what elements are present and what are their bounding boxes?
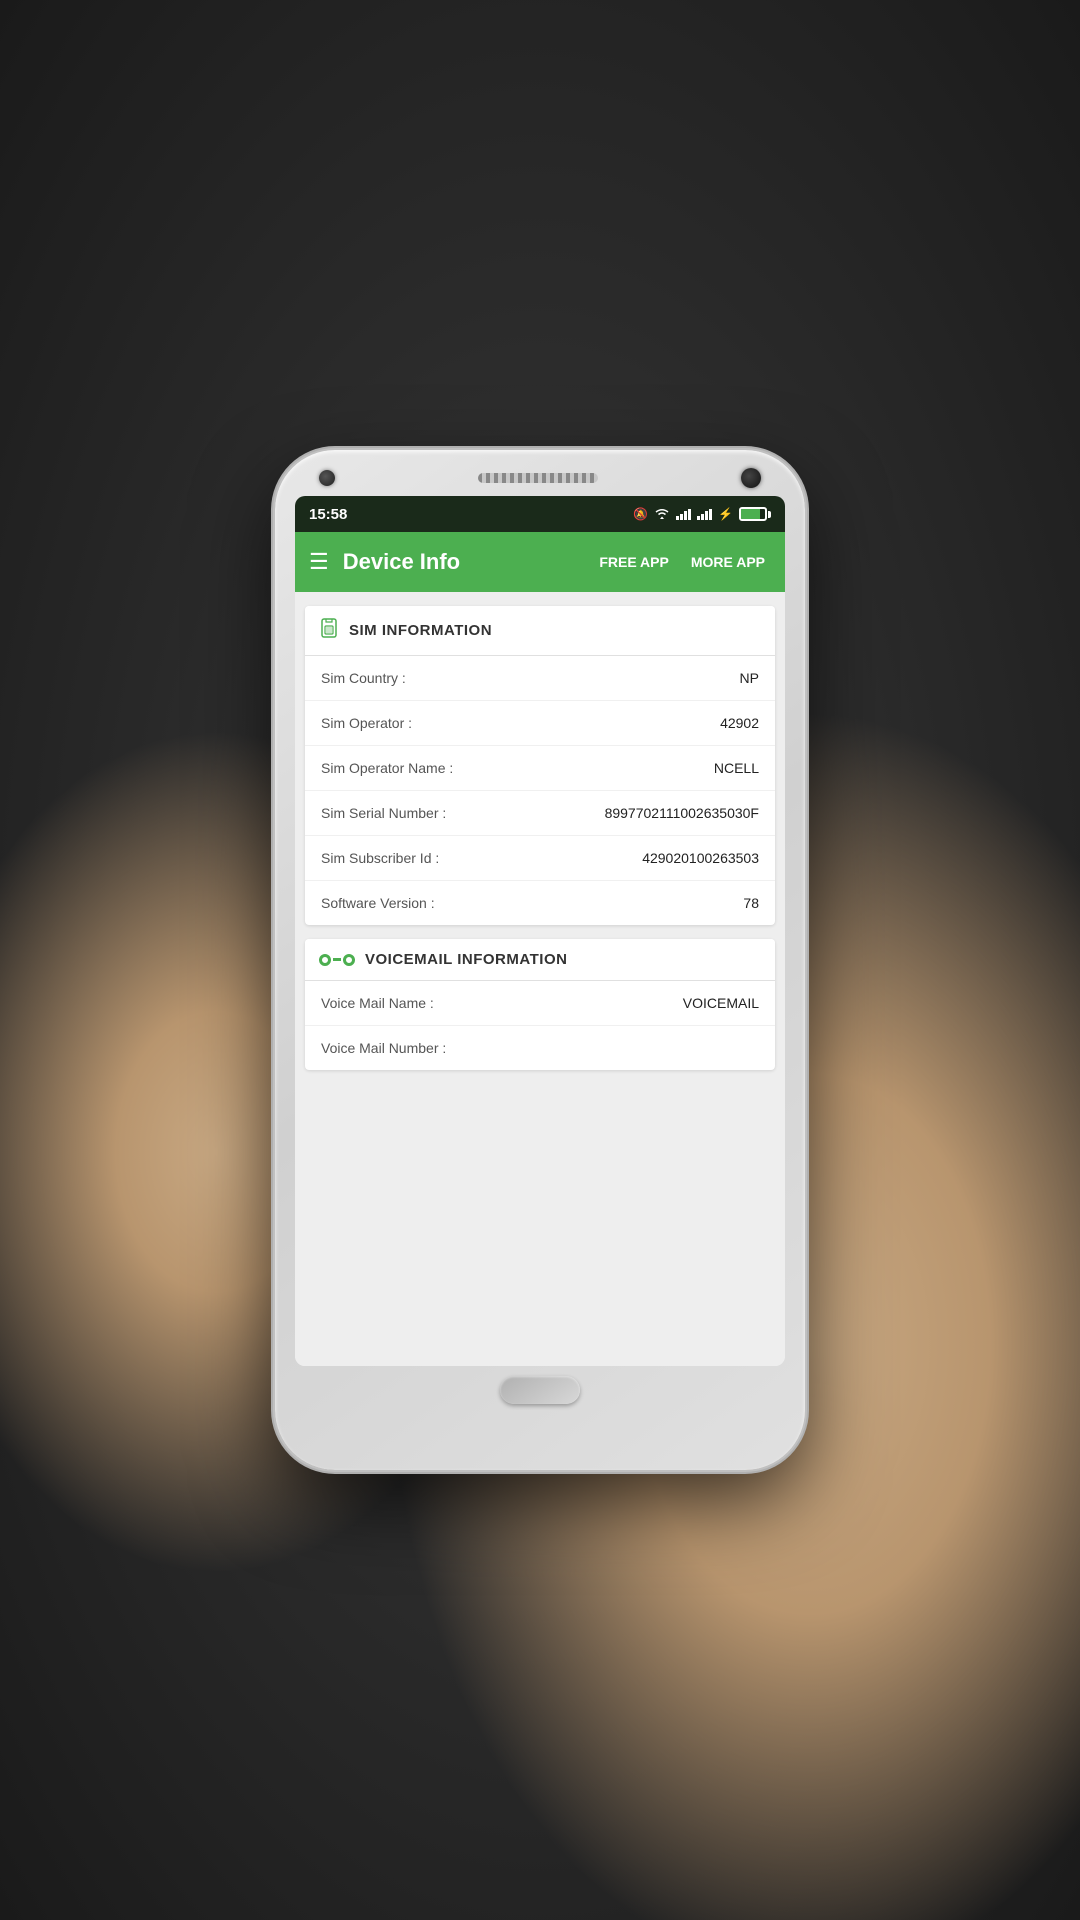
content-area: SIM INFORMATION Sim Country : NP Sim Ope… <box>295 592 785 1366</box>
bar2 <box>701 514 704 520</box>
bar3 <box>684 511 687 520</box>
status-bar: 15:58 🔕 <box>295 496 785 532</box>
sim-label-0: Sim Country : <box>321 670 406 686</box>
vm-circle-left <box>319 954 331 966</box>
sim-label-5: Software Version : <box>321 895 435 911</box>
sim-info-row: Sim Serial Number : 8997702111002635030F <box>305 791 775 836</box>
vm-line <box>333 958 341 961</box>
scene: 15:58 🔕 <box>0 0 1080 1920</box>
sim-value-2: NCELL <box>714 760 759 776</box>
app-title: Device Info <box>343 549 584 575</box>
sim-value-1: 42902 <box>720 715 759 731</box>
bar3 <box>705 511 708 520</box>
phone-top <box>289 468 791 488</box>
phone-bottom <box>500 1376 580 1404</box>
battery-fill <box>741 509 760 519</box>
free-app-button[interactable]: FREE APP <box>593 550 675 574</box>
phone-screen: 15:58 🔕 <box>295 496 785 1366</box>
sim-information-card: SIM INFORMATION Sim Country : NP Sim Ope… <box>305 606 775 925</box>
sim-label-1: Sim Operator : <box>321 715 412 731</box>
battery-body <box>739 507 767 521</box>
sim-value-3: 8997702111002635030F <box>605 805 759 821</box>
sim-label-4: Sim Subscriber Id : <box>321 850 439 866</box>
vm-info-row: Voice Mail Name : VOICEMAIL <box>305 981 775 1026</box>
sim-label-2: Sim Operator Name : <box>321 760 453 776</box>
voicemail-rows: Voice Mail Name : VOICEMAIL Voice Mail N… <box>305 981 775 1070</box>
voicemail-icon <box>319 954 355 966</box>
menu-icon[interactable]: ☰ <box>309 549 329 575</box>
battery-indicator <box>739 507 771 521</box>
sim-info-row: Sim Country : NP <box>305 656 775 701</box>
sim-section-title: SIM INFORMATION <box>349 622 492 639</box>
vm-value-0: VOICEMAIL <box>683 995 759 1011</box>
sim-label-3: Sim Serial Number : <box>321 805 446 821</box>
voicemail-information-card: VOICEMAIL INFORMATION Voice Mail Name : … <box>305 939 775 1070</box>
battery-tip <box>768 511 771 518</box>
status-icons: 🔕 <box>633 507 771 522</box>
sim-info-row: Software Version : 78 <box>305 881 775 925</box>
voicemail-section-title: VOICEMAIL INFORMATION <box>365 951 567 968</box>
sim-value-4: 429020100263503 <box>642 850 759 866</box>
vm-label-0: Voice Mail Name : <box>321 995 434 1011</box>
signal-bars-1 <box>676 509 691 520</box>
more-app-button[interactable]: MORE APP <box>685 550 771 574</box>
sim-info-row: Sim Subscriber Id : 429020100263503 <box>305 836 775 881</box>
signal-bars-2 <box>697 509 712 520</box>
sim-section-header: SIM INFORMATION <box>305 606 775 656</box>
speaker-grille <box>478 473 598 483</box>
bar4 <box>688 509 691 520</box>
home-button[interactable] <box>500 1376 580 1404</box>
front-camera <box>741 468 761 488</box>
wifi-icon <box>654 507 670 522</box>
phone-frame: 15:58 🔕 <box>275 450 805 1470</box>
app-bar: ☰ Device Info FREE APP MORE APP <box>295 532 785 592</box>
alarm-icon: 🔕 <box>633 507 648 521</box>
charging-icon: ⚡ <box>718 507 733 521</box>
bar2 <box>680 514 683 520</box>
sim-info-row: Sim Operator Name : NCELL <box>305 746 775 791</box>
bar4 <box>709 509 712 520</box>
vm-label-1: Voice Mail Number : <box>321 1040 446 1056</box>
vm-circle-right <box>343 954 355 966</box>
sim-card-icon <box>319 618 339 643</box>
vm-info-row: Voice Mail Number : <box>305 1026 775 1070</box>
camera-area <box>319 470 335 486</box>
sim-rows: Sim Country : NP Sim Operator : 42902 Si… <box>305 656 775 925</box>
sim-value-0: NP <box>740 670 759 686</box>
camera-dot-left <box>319 470 335 486</box>
sim-info-row: Sim Operator : 42902 <box>305 701 775 746</box>
status-time: 15:58 <box>309 506 347 523</box>
bar1 <box>697 516 700 520</box>
voicemail-section-header: VOICEMAIL INFORMATION <box>305 939 775 981</box>
sim-value-5: 78 <box>743 895 759 911</box>
bar1 <box>676 516 679 520</box>
